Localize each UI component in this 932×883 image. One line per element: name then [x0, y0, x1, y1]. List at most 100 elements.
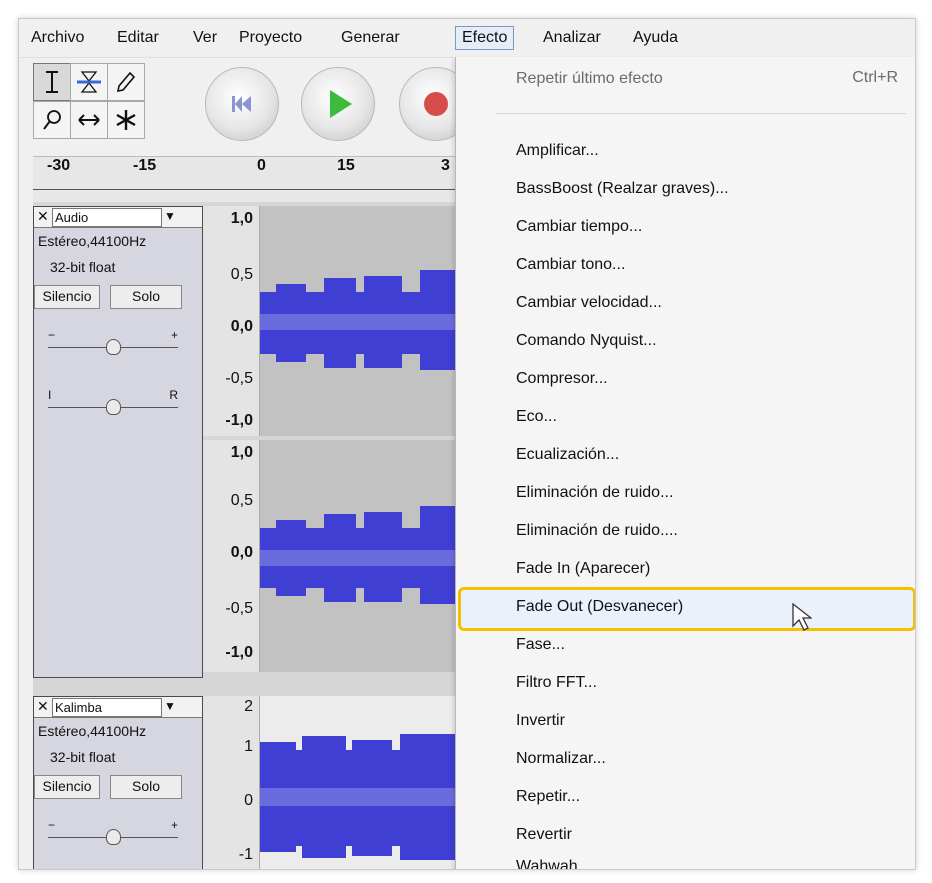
play-icon [330, 90, 352, 118]
ruler-tick: -15 [133, 157, 157, 174]
mute-button[interactable]: Silencio [34, 285, 100, 309]
amp-label: 1,0 [230, 444, 253, 461]
amp-label: 2 [244, 698, 253, 715]
draw-tool-icon[interactable] [107, 63, 145, 101]
multi-tool-icon[interactable] [107, 101, 145, 139]
amp-label: 1 [244, 738, 253, 755]
amp-label: 0,0 [230, 544, 253, 561]
gain-max-label: + [170, 328, 178, 342]
play-button[interactable] [301, 67, 375, 141]
waveform-graphic [260, 506, 459, 604]
track-bitdepth: 32-bit float [50, 259, 116, 275]
menu-item-comando-nyquist[interactable]: Comando Nyquist... [516, 326, 657, 356]
amplitude-ruler: 1,0 0,5 0,0 -0,5 -1,0 [203, 206, 260, 436]
menu-item-repetir[interactable]: Repetir... [516, 782, 580, 812]
app-window: Archivo Editar Ver Proyecto Generar Efec… [18, 18, 916, 870]
menu-ayuda[interactable]: Ayuda [627, 26, 684, 50]
menu-editar[interactable]: Editar [111, 26, 165, 50]
skip-to-start-icon [232, 96, 251, 112]
amp-label: 0,5 [230, 266, 253, 283]
timeline-ruler[interactable]: -30 -15 0 15 3 [33, 156, 458, 204]
record-icon [424, 92, 448, 116]
menu-analizar[interactable]: Analizar [537, 26, 607, 50]
menu-item-bassboost[interactable]: BassBoost (Realzar graves)... [516, 174, 729, 204]
menu-item-normalizar[interactable]: Normalizar... [516, 744, 606, 774]
menu-archivo[interactable]: Archivo [25, 26, 90, 50]
amp-label: -0,5 [225, 600, 253, 617]
waveform-right[interactable] [259, 440, 459, 672]
track-bitdepth: 32-bit float [50, 749, 116, 765]
chevron-down-icon[interactable]: ▼ [164, 209, 176, 223]
menu-item-fase[interactable]: Fase... [516, 630, 565, 660]
repeat-shortcut-label: Ctrl+R [852, 69, 898, 86]
track-name-button[interactable]: Kalimba [52, 698, 162, 717]
menu-item-amplificar[interactable]: Amplificar... [516, 136, 599, 166]
track-header: ✕ Audio ▼ [34, 207, 202, 228]
menu-item-filtro-fft[interactable]: Filtro FFT... [516, 668, 597, 698]
amp-label: 0,0 [230, 318, 253, 335]
menu-separator [496, 113, 906, 114]
solo-button[interactable]: Solo [110, 285, 182, 309]
zoom-tool-icon[interactable] [33, 101, 71, 139]
slider-thumb[interactable] [106, 399, 121, 415]
ruler-tick: 0 [257, 157, 266, 174]
skip-to-start-button[interactable] [205, 67, 279, 141]
track-format: Estéreo,44100Hz [38, 233, 147, 249]
waveform-left[interactable] [259, 206, 459, 436]
amp-label: 1,0 [230, 210, 253, 227]
menu-item-cambiar-tiempo[interactable]: Cambiar tiempo... [516, 212, 642, 242]
selection-tool-icon[interactable] [33, 63, 71, 101]
time-shift-tool-icon[interactable] [70, 101, 108, 139]
menu-item-ecualizacion[interactable]: Ecualización... [516, 440, 619, 470]
waveform-kalimba[interactable] [259, 696, 459, 869]
close-icon[interactable]: ✕ [37, 208, 49, 225]
gain-min-label: − [48, 328, 56, 342]
menu-item-eliminacion-ruido-2[interactable]: Eliminación de ruido.... [516, 516, 678, 546]
menu-generar[interactable]: Generar [335, 26, 406, 50]
slider-thumb[interactable] [106, 829, 121, 845]
pan-left-label: I [48, 388, 52, 402]
menu-item-fade-in[interactable]: Fade In (Aparecer) [516, 554, 650, 584]
menu-item-eliminacion-ruido[interactable]: Eliminación de ruido... [516, 478, 673, 508]
waveform-graphic [260, 734, 459, 860]
amp-label: -0,5 [225, 370, 253, 387]
menu-item-invertir[interactable]: Invertir [516, 706, 565, 736]
ruler-tick: -30 [47, 157, 71, 174]
close-icon[interactable]: ✕ [37, 698, 49, 715]
track-format: Estéreo,44100Hz [38, 723, 147, 739]
gain-max-label: + [170, 818, 178, 832]
menu-item-cambiar-velocidad[interactable]: Cambiar velocidad... [516, 288, 662, 318]
envelope-tool-icon[interactable] [70, 63, 108, 101]
track-name-button[interactable]: Audio [52, 208, 162, 227]
ruler-baseline [33, 189, 458, 190]
gain-slider[interactable]: − + [48, 818, 178, 847]
gain-slider[interactable]: − + [48, 328, 178, 357]
slider-thumb[interactable] [106, 339, 121, 355]
track-control-panel: ✕ Audio ▼ Estéreo,44100Hz 32-bit float S… [33, 206, 203, 678]
menu-proyecto[interactable]: Proyecto [233, 26, 308, 50]
menu-item-wahwah[interactable]: Wahwah... [516, 852, 591, 869]
menu-item-cambiar-tono[interactable]: Cambiar tono... [516, 250, 625, 280]
solo-button[interactable]: Solo [110, 775, 182, 799]
amp-label: -1 [238, 846, 253, 863]
pan-slider[interactable]: I R [48, 388, 178, 417]
menu-item-compresor[interactable]: Compresor... [516, 364, 608, 394]
menu-ver[interactable]: Ver [187, 26, 223, 50]
waveform-graphic [260, 270, 459, 370]
menu-bar: Archivo Editar Ver Proyecto Generar Efec… [19, 19, 915, 58]
ruler-tick: 15 [337, 157, 355, 174]
menu-item-revertir[interactable]: Revertir [516, 820, 572, 850]
chevron-down-icon[interactable]: ▼ [164, 699, 176, 713]
amp-label: -1,0 [225, 644, 253, 661]
track-header: ✕ Kalimba ▼ [34, 697, 202, 718]
menu-item-fade-out[interactable]: Fade Out (Desvanecer) [516, 592, 683, 622]
menu-efecto[interactable]: Efecto [455, 26, 515, 50]
track-control-panel: ✕ Kalimba ▼ Estéreo,44100Hz 32-bit float… [33, 696, 203, 869]
pan-right-label: R [169, 388, 178, 402]
ruler-tick: 3 [441, 157, 450, 174]
amplitude-ruler: 2 1 0 -1 [203, 696, 260, 869]
menu-item-eco[interactable]: Eco... [516, 402, 557, 432]
mute-button[interactable]: Silencio [34, 775, 100, 799]
mouse-pointer-icon [792, 603, 812, 631]
menu-item-repeat-last[interactable]: Repetir último efecto [516, 64, 663, 94]
